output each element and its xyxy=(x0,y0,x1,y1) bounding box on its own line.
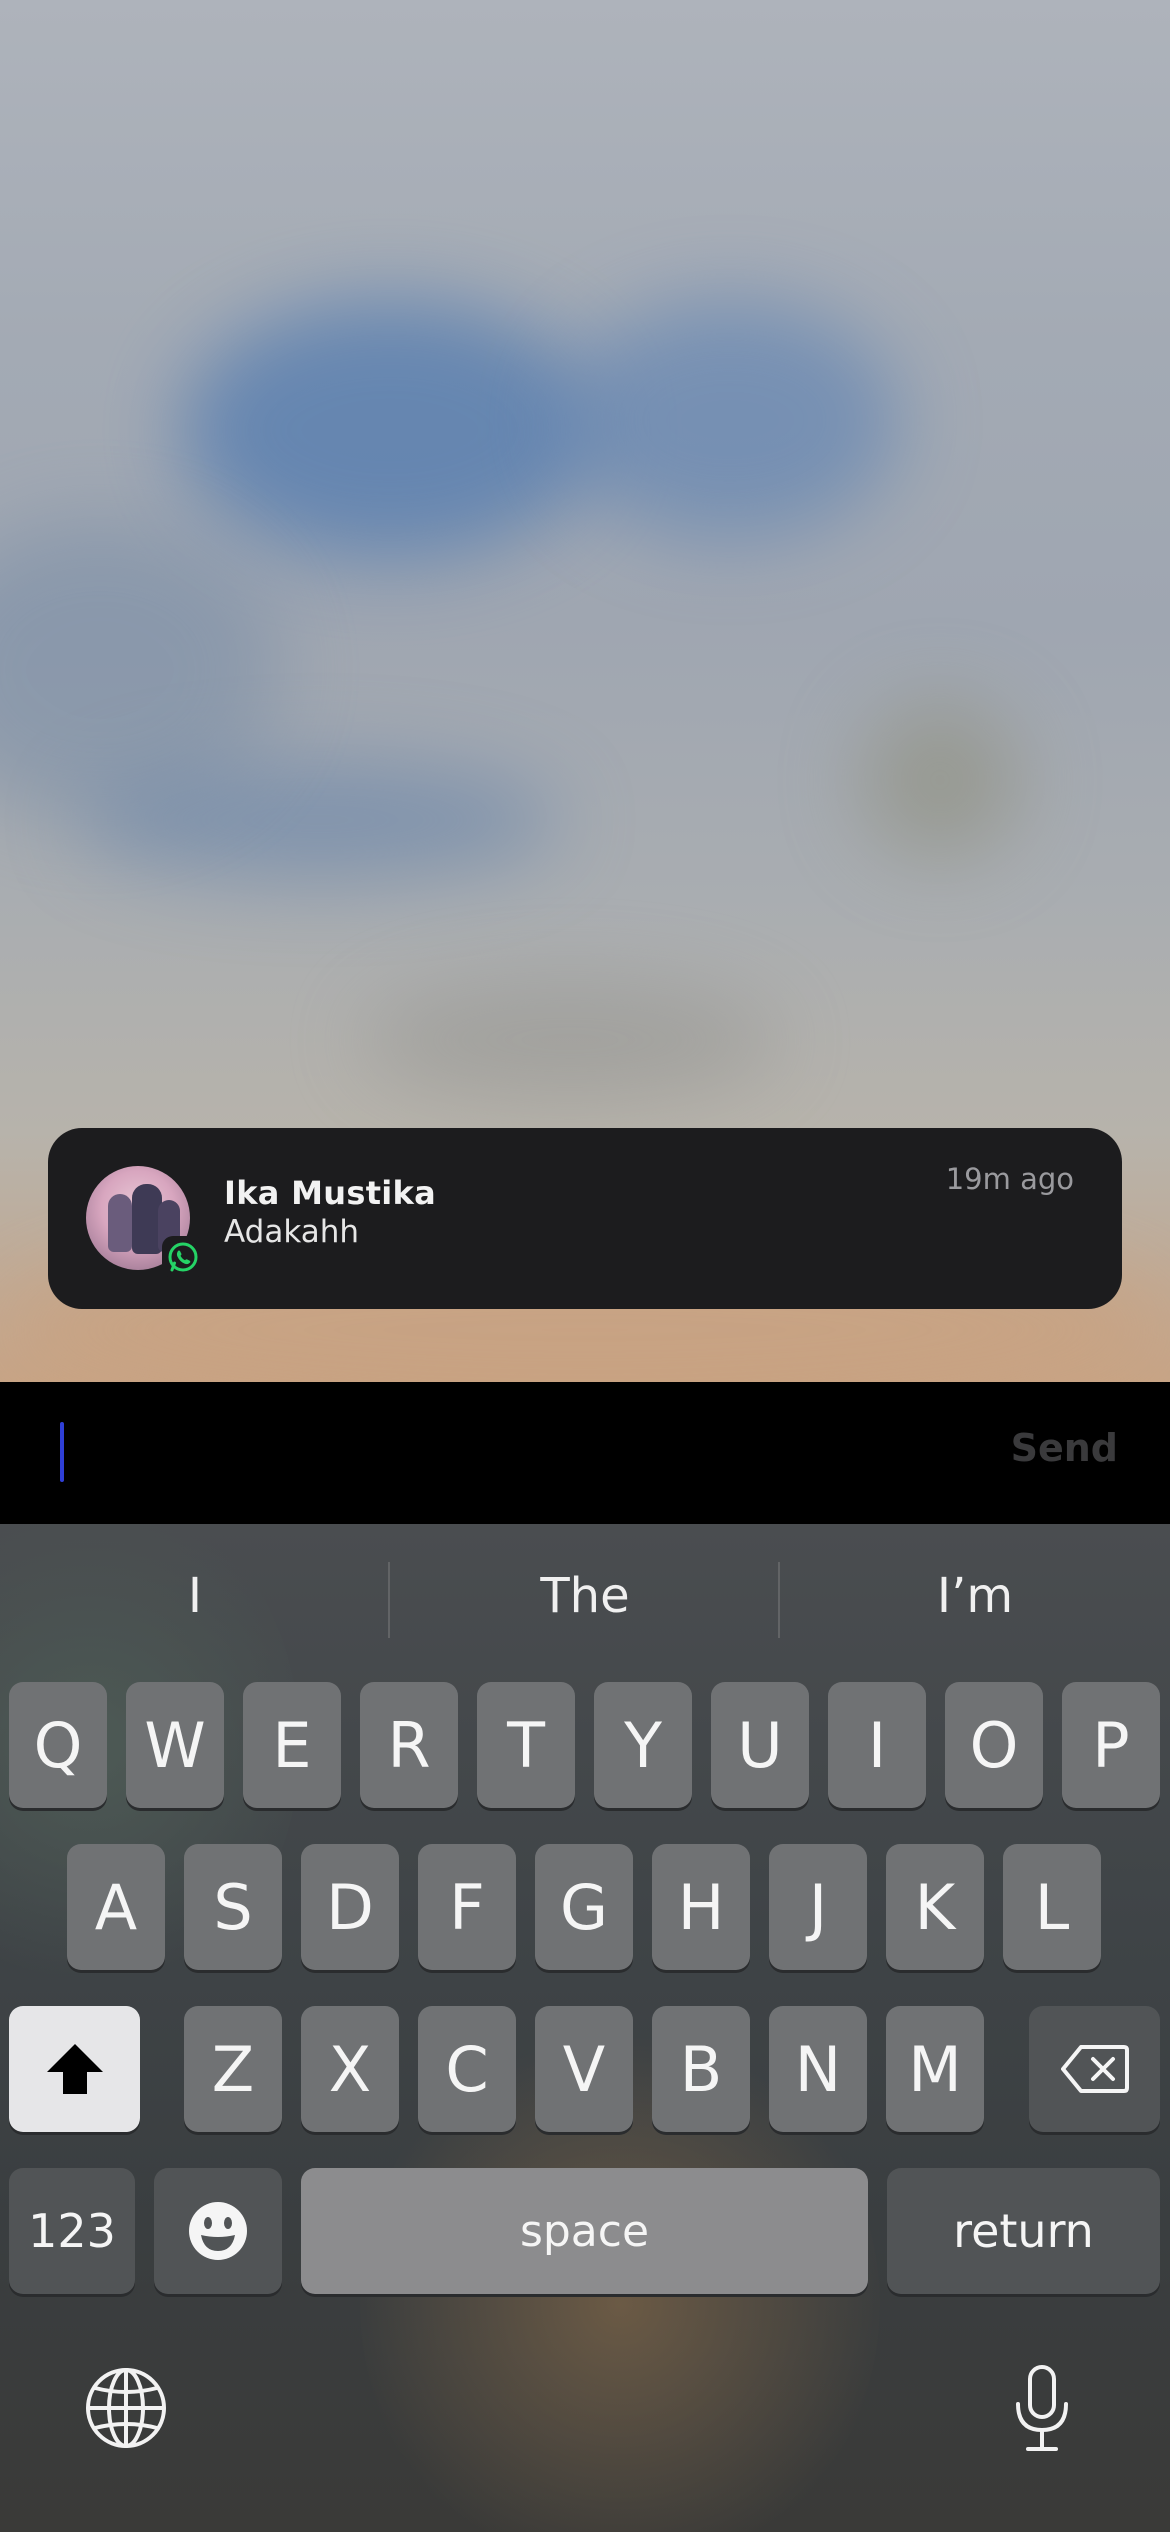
key-label: X xyxy=(328,2032,372,2106)
key-s[interactable]: S xyxy=(184,1844,282,1970)
key-label: D xyxy=(326,1870,374,1944)
suggestion-1[interactable]: I xyxy=(0,1568,390,1624)
key-k[interactable]: K xyxy=(886,1844,984,1970)
key-n[interactable]: N xyxy=(769,2006,867,2132)
key-g[interactable]: G xyxy=(535,1844,633,1970)
key-a[interactable]: A xyxy=(67,1844,165,1970)
key-label: L xyxy=(1034,1870,1070,1944)
key-label: return xyxy=(953,2204,1094,2258)
key-label: Q xyxy=(33,1708,83,1782)
key-b[interactable]: B xyxy=(652,2006,750,2132)
notification-sender: Ika Mustika xyxy=(224,1174,437,1212)
key-v[interactable]: V xyxy=(535,2006,633,2132)
key-p[interactable]: P xyxy=(1062,1682,1160,1808)
key-label: I xyxy=(867,1708,887,1782)
shift-icon xyxy=(46,2044,103,2094)
globe-icon[interactable] xyxy=(84,2366,168,2454)
key-label: 123 xyxy=(28,2204,116,2258)
numbers-key[interactable]: 123 xyxy=(9,2168,135,2294)
key-label: W xyxy=(144,1708,206,1782)
key-z[interactable]: Z xyxy=(184,2006,282,2132)
emoji-key[interactable] xyxy=(154,2168,282,2294)
key-label: S xyxy=(213,1870,253,1944)
key-label: T xyxy=(507,1708,545,1782)
key-i[interactable]: I xyxy=(828,1682,926,1808)
key-x[interactable]: X xyxy=(301,2006,399,2132)
delete-key[interactable] xyxy=(1029,2006,1160,2132)
key-label: P xyxy=(1092,1708,1130,1782)
key-label: A xyxy=(94,1870,138,1944)
key-label: M xyxy=(908,2032,962,2106)
key-label: N xyxy=(794,2032,842,2106)
keyboard: I The I’m Q W E R T Y U I O P A S D F G … xyxy=(0,1524,1170,2532)
key-q[interactable]: Q xyxy=(9,1682,107,1808)
key-label: C xyxy=(445,2032,489,2106)
notification-message: Adakahh xyxy=(224,1214,360,1250)
emoji-icon xyxy=(189,2202,247,2260)
key-label: K xyxy=(914,1870,956,1944)
key-label: J xyxy=(808,1870,828,1944)
key-label: space xyxy=(519,2205,650,2257)
key-label: H xyxy=(677,1870,725,1944)
suggestion-3[interactable]: I’m xyxy=(780,1568,1170,1624)
notification-time: 19m ago xyxy=(945,1162,1074,1196)
whatsapp-icon xyxy=(162,1236,204,1278)
key-d[interactable]: D xyxy=(301,1844,399,1970)
key-j[interactable]: J xyxy=(769,1844,867,1970)
key-label: B xyxy=(679,2032,723,2106)
avatar xyxy=(86,1166,204,1278)
shift-key[interactable] xyxy=(9,2006,140,2132)
key-o[interactable]: O xyxy=(945,1682,1043,1808)
key-label: V xyxy=(562,2032,606,2106)
key-label: R xyxy=(387,1708,431,1782)
text-cursor xyxy=(60,1422,64,1482)
key-f[interactable]: F xyxy=(418,1844,516,1970)
message-notification[interactable]: Ika Mustika Adakahh 19m ago xyxy=(48,1128,1122,1309)
key-w[interactable]: W xyxy=(126,1682,224,1808)
suggestion-2[interactable]: The xyxy=(390,1568,780,1624)
key-h[interactable]: H xyxy=(652,1844,750,1970)
backspace-icon xyxy=(1060,2045,1129,2093)
space-key[interactable]: space xyxy=(301,2168,868,2294)
key-t[interactable]: T xyxy=(477,1682,575,1808)
microphone-icon[interactable] xyxy=(1010,2364,1074,2458)
avatar-photo-figure xyxy=(108,1194,132,1252)
key-label: Z xyxy=(211,2032,255,2106)
key-label: G xyxy=(559,1870,609,1944)
return-key[interactable]: return xyxy=(887,2168,1160,2294)
key-label: U xyxy=(737,1708,783,1782)
key-label: O xyxy=(969,1708,1019,1782)
predictive-suggestions: I The I’m xyxy=(0,1524,1170,1674)
key-u[interactable]: U xyxy=(711,1682,809,1808)
key-label: Y xyxy=(624,1708,662,1782)
key-e[interactable]: E xyxy=(243,1682,341,1808)
send-button[interactable]: Send xyxy=(1011,1426,1118,1470)
reply-input-bar[interactable]: Send xyxy=(0,1382,1170,1524)
key-c[interactable]: C xyxy=(418,2006,516,2132)
key-label: F xyxy=(449,1870,485,1944)
key-r[interactable]: R xyxy=(360,1682,458,1808)
key-l[interactable]: L xyxy=(1003,1844,1101,1970)
key-m[interactable]: M xyxy=(886,2006,984,2132)
key-label: E xyxy=(272,1708,312,1782)
key-y[interactable]: Y xyxy=(594,1682,692,1808)
